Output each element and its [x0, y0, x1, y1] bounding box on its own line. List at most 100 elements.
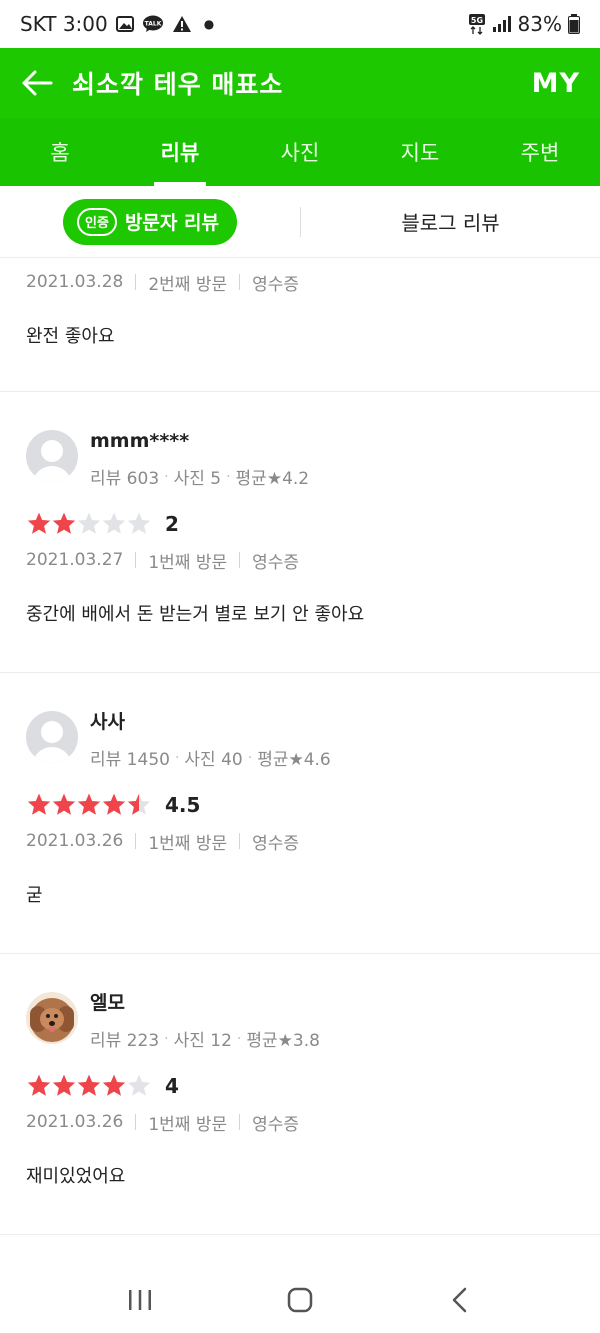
reviewer-info: mmm**** 리뷰 603 · 사진 5 · 평균★4.2: [90, 430, 309, 489]
star-filled-icon: [77, 1074, 101, 1096]
status-bar: SKT 3:00 TALK ● 5G 83%: [0, 0, 600, 48]
avatar[interactable]: [26, 711, 78, 763]
reviewer-stats: 리뷰 223 · 사진 12 · 평균★3.8: [90, 1026, 320, 1052]
star-rating: [26, 511, 151, 537]
reviewer-stats: 리뷰 603 · 사진 5 · 평균★4.2: [90, 464, 309, 490]
system-nav-bar: [0, 1266, 600, 1333]
reviewer-name[interactable]: mmm****: [90, 430, 309, 452]
divider: [135, 833, 137, 849]
star-filled-icon: [52, 1074, 76, 1096]
tab-nearby[interactable]: 주변: [480, 118, 600, 186]
review-date: 2021.03.27: [26, 550, 124, 570]
warning-icon: [172, 15, 192, 33]
tab-map[interactable]: 지도: [360, 118, 480, 186]
5g-icon: 5G: [468, 13, 486, 35]
review-date: 2021.03.26: [26, 831, 124, 851]
review-meta: 2021.03.27 1번째 방문 영수증: [26, 548, 574, 573]
review-text: 굳: [26, 885, 43, 906]
battery-percent: 83%: [517, 12, 562, 36]
visit-count: 2번째 방문: [148, 274, 228, 295]
separator: ·: [247, 749, 253, 766]
talk-icon: TALK: [142, 15, 164, 33]
svg-text:5G: 5G: [470, 16, 482, 25]
image-icon: [115, 16, 134, 32]
review-count: 리뷰 603: [90, 469, 160, 489]
visitor-review-button[interactable]: 인증 방문자 리뷰: [63, 198, 237, 245]
separator: ·: [226, 468, 231, 485]
rating-row: 4.5: [26, 791, 574, 819]
divider: [239, 274, 241, 290]
divider: [239, 1114, 241, 1130]
tab-review[interactable]: 리뷰: [120, 118, 240, 186]
divider: [239, 833, 241, 849]
rating-value: 4: [165, 1074, 179, 1098]
recent-apps-icon: [129, 1289, 151, 1310]
receipt-label: 영수증: [252, 1114, 300, 1135]
receipt-label: 영수증: [252, 552, 300, 573]
separator: ·: [236, 1030, 242, 1047]
reviewer-name[interactable]: 사사: [90, 711, 331, 733]
reviewer-row[interactable]: 엘모 리뷰 223 · 사진 12 · 평균★3.8: [26, 992, 574, 1052]
review-item: mmm**** 리뷰 603 · 사진 5 · 평균★4.2 2 2021.03…: [0, 392, 600, 673]
average-rating: 평균★4.6: [257, 750, 331, 770]
home-button[interactable]: [270, 1278, 330, 1322]
reviewer-info: 사사 리뷰 1450 · 사진 40 · 평균★4.6: [90, 711, 331, 770]
tab-home[interactable]: 홈: [0, 118, 120, 186]
divider: [239, 552, 241, 568]
carrier-time: SKT 3:00: [20, 12, 108, 36]
photo-count: 사진 40: [184, 750, 243, 770]
review-type-switch: 인증 방문자 리뷰 블로그 리뷰: [0, 186, 600, 258]
star-filled-icon: [52, 793, 76, 815]
tab-photos[interactable]: 사진: [240, 118, 360, 186]
star-filled-icon: [27, 1074, 51, 1096]
average-rating: 평균★3.8: [246, 1031, 320, 1051]
visit-count: 1번째 방문: [148, 833, 228, 854]
back-icon: [452, 1287, 467, 1312]
star-filled-icon: [77, 793, 101, 815]
rating-row: 2: [26, 510, 574, 538]
receipt-label: 영수증: [252, 274, 300, 295]
review-item: 2021.03.28 2번째 방문 영수증 완전 좋아요: [0, 258, 600, 392]
star-empty-icon: [127, 512, 151, 534]
cert-badge: 인증: [77, 207, 117, 236]
review-item: 엘모 리뷰 223 · 사진 12 · 평균★3.8 4 2021.03.26 …: [0, 954, 600, 1235]
blog-review-button[interactable]: 블로그 리뷰: [301, 207, 600, 236]
dot-icon: ●: [203, 17, 215, 31]
review-date: 2021.03.28: [26, 272, 124, 292]
back-button[interactable]: [20, 66, 54, 100]
review-count: 리뷰 223: [90, 1031, 160, 1051]
star-half-icon: [127, 793, 151, 815]
divider: [135, 1114, 137, 1130]
photo-count: 사진 12: [173, 1031, 232, 1051]
avatar[interactable]: [26, 992, 78, 1044]
recent-apps-button[interactable]: [110, 1278, 170, 1322]
nav-back-button[interactable]: [430, 1278, 490, 1322]
star-rating: [26, 792, 151, 818]
receipt-label: 영수증: [252, 833, 300, 854]
battery-icon: [568, 14, 580, 34]
review-list: 2021.03.28 2번째 방문 영수증 완전 좋아요 mmm**** 리뷰 …: [0, 258, 600, 1235]
my-button[interactable]: MY: [532, 68, 580, 99]
arrow-left-icon: [22, 70, 53, 96]
svg-text:TALK: TALK: [144, 21, 161, 28]
reviewer-row[interactable]: mmm**** 리뷰 603 · 사진 5 · 평균★4.2: [26, 430, 574, 489]
signal-icon: [492, 15, 512, 33]
avatar[interactable]: [26, 430, 78, 482]
reviewer-row[interactable]: 사사 리뷰 1450 · 사진 40 · 평균★4.6: [26, 711, 574, 770]
visit-count: 1번째 방문: [148, 1114, 228, 1135]
rating-value: 4.5: [165, 793, 201, 817]
app-header: 쇠소깍 테우 매표소 MY: [0, 48, 600, 118]
status-right: 5G 83%: [468, 12, 580, 36]
star-filled-icon: [102, 793, 126, 815]
review-meta: 2021.03.26 1번째 방문 영수증: [26, 1110, 574, 1135]
status-left: SKT 3:00 TALK ●: [20, 12, 214, 36]
visit-count: 1번째 방문: [148, 552, 228, 573]
star-filled-icon: [27, 793, 51, 815]
divider: [135, 274, 137, 290]
separator: ·: [164, 1030, 169, 1047]
reviewer-name[interactable]: 엘모: [90, 992, 320, 1014]
reviewer-stats: 리뷰 1450 · 사진 40 · 평균★4.6: [90, 745, 331, 771]
review-text: 중간에 배에서 돈 받는거 별로 보기 안 좋아요: [26, 604, 365, 625]
star-empty-icon: [127, 1074, 151, 1096]
home-icon: [287, 1287, 313, 1312]
